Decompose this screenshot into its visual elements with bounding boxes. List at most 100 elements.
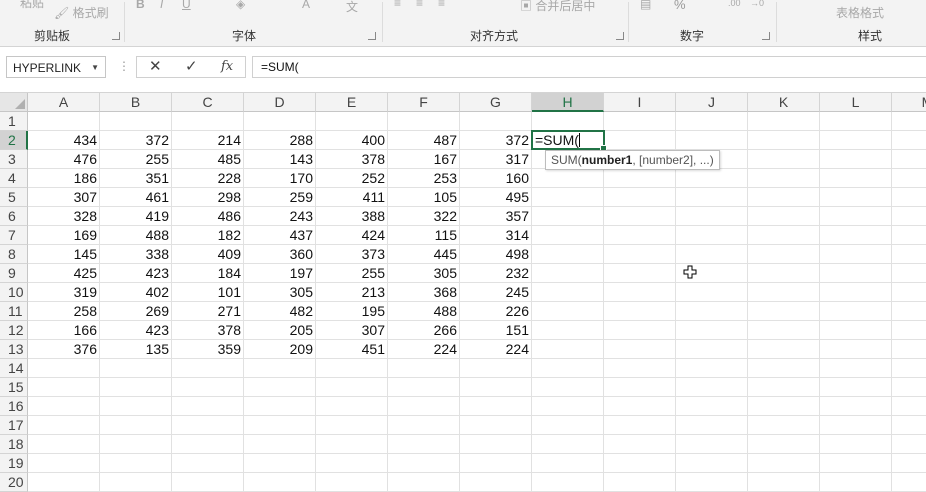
cell-g11[interactable]: 226 bbox=[460, 302, 532, 321]
cell-f15[interactable] bbox=[388, 378, 460, 397]
cell-k8[interactable] bbox=[748, 245, 820, 264]
enter-icon[interactable]: ✓ bbox=[185, 57, 198, 77]
cell-l10[interactable] bbox=[820, 283, 892, 302]
cell-d3[interactable]: 143 bbox=[244, 150, 316, 169]
column-header-l[interactable]: L bbox=[820, 93, 892, 112]
cell-c1[interactable] bbox=[172, 112, 244, 131]
cell-h10[interactable] bbox=[532, 283, 604, 302]
cell-c17[interactable] bbox=[172, 416, 244, 435]
cell-b10[interactable]: 402 bbox=[100, 283, 172, 302]
cell-b11[interactable]: 269 bbox=[100, 302, 172, 321]
cell-m16[interactable] bbox=[892, 397, 926, 416]
cell-a6[interactable]: 328 bbox=[28, 207, 100, 226]
row-header-5[interactable]: 5 bbox=[0, 188, 28, 207]
cell-j14[interactable] bbox=[676, 359, 748, 378]
row-header-9[interactable]: 9 bbox=[0, 264, 28, 283]
cell-g8[interactable]: 498 bbox=[460, 245, 532, 264]
cell-i9[interactable] bbox=[604, 264, 676, 283]
cell-b16[interactable] bbox=[100, 397, 172, 416]
cell-h16[interactable] bbox=[532, 397, 604, 416]
cell-j10[interactable] bbox=[676, 283, 748, 302]
cell-a7[interactable]: 169 bbox=[28, 226, 100, 245]
cell-e3[interactable]: 378 bbox=[316, 150, 388, 169]
cell-g7[interactable]: 314 bbox=[460, 226, 532, 245]
cell-h19[interactable] bbox=[532, 454, 604, 473]
column-header-h[interactable]: H bbox=[532, 93, 604, 112]
cell-b13[interactable]: 135 bbox=[100, 340, 172, 359]
cell-g17[interactable] bbox=[460, 416, 532, 435]
cell-k7[interactable] bbox=[748, 226, 820, 245]
cell-k12[interactable] bbox=[748, 321, 820, 340]
cell-a18[interactable] bbox=[28, 435, 100, 454]
cell-c8[interactable]: 409 bbox=[172, 245, 244, 264]
cell-e6[interactable]: 388 bbox=[316, 207, 388, 226]
cell-g19[interactable] bbox=[460, 454, 532, 473]
cell-i2[interactable] bbox=[604, 131, 676, 150]
cell-e5[interactable]: 411 bbox=[316, 188, 388, 207]
cell-k15[interactable] bbox=[748, 378, 820, 397]
fill-color-button[interactable]: ◈ bbox=[236, 0, 245, 11]
cell-g15[interactable] bbox=[460, 378, 532, 397]
cell-m7[interactable] bbox=[892, 226, 926, 245]
cell-c6[interactable]: 486 bbox=[172, 207, 244, 226]
cell-k1[interactable] bbox=[748, 112, 820, 131]
cell-m10[interactable] bbox=[892, 283, 926, 302]
cell-e12[interactable]: 307 bbox=[316, 321, 388, 340]
cell-a5[interactable]: 307 bbox=[28, 188, 100, 207]
cell-m20[interactable] bbox=[892, 473, 926, 492]
accounting-format-button[interactable]: ▤ bbox=[640, 0, 651, 11]
cell-c19[interactable] bbox=[172, 454, 244, 473]
cell-c14[interactable] bbox=[172, 359, 244, 378]
cell-i14[interactable] bbox=[604, 359, 676, 378]
chevron-down-icon[interactable]: ▼ bbox=[91, 57, 99, 79]
cell-a13[interactable]: 376 bbox=[28, 340, 100, 359]
cell-j13[interactable] bbox=[676, 340, 748, 359]
row-header-12[interactable]: 12 bbox=[0, 321, 28, 340]
row-header-7[interactable]: 7 bbox=[0, 226, 28, 245]
row-header-3[interactable]: 3 bbox=[0, 150, 28, 169]
active-cell-editor[interactable]: =SUM( bbox=[531, 130, 607, 152]
cell-m12[interactable] bbox=[892, 321, 926, 340]
cell-d20[interactable] bbox=[244, 473, 316, 492]
cell-f6[interactable]: 322 bbox=[388, 207, 460, 226]
cell-j20[interactable] bbox=[676, 473, 748, 492]
cell-f10[interactable]: 368 bbox=[388, 283, 460, 302]
cell-g16[interactable] bbox=[460, 397, 532, 416]
cell-m18[interactable] bbox=[892, 435, 926, 454]
cell-a11[interactable]: 258 bbox=[28, 302, 100, 321]
cell-j11[interactable] bbox=[676, 302, 748, 321]
cell-i17[interactable] bbox=[604, 416, 676, 435]
cell-g5[interactable]: 495 bbox=[460, 188, 532, 207]
cell-h5[interactable] bbox=[532, 188, 604, 207]
cell-g12[interactable]: 151 bbox=[460, 321, 532, 340]
cell-m9[interactable] bbox=[892, 264, 926, 283]
cell-g3[interactable]: 317 bbox=[460, 150, 532, 169]
cell-g4[interactable]: 160 bbox=[460, 169, 532, 188]
font-dialog-launcher-icon[interactable] bbox=[368, 32, 376, 40]
cell-d5[interactable]: 259 bbox=[244, 188, 316, 207]
cell-i10[interactable] bbox=[604, 283, 676, 302]
percent-button[interactable]: % bbox=[674, 0, 686, 12]
cell-f14[interactable] bbox=[388, 359, 460, 378]
cell-c20[interactable] bbox=[172, 473, 244, 492]
cell-j19[interactable] bbox=[676, 454, 748, 473]
row-header-4[interactable]: 4 bbox=[0, 169, 28, 188]
cell-d12[interactable]: 205 bbox=[244, 321, 316, 340]
cell-m3[interactable] bbox=[892, 150, 926, 169]
row-header-11[interactable]: 11 bbox=[0, 302, 28, 321]
cell-k14[interactable] bbox=[748, 359, 820, 378]
cell-c2[interactable]: 214 bbox=[172, 131, 244, 150]
cell-l15[interactable] bbox=[820, 378, 892, 397]
cell-d9[interactable]: 197 bbox=[244, 264, 316, 283]
cell-b8[interactable]: 338 bbox=[100, 245, 172, 264]
row-header-10[interactable]: 10 bbox=[0, 283, 28, 302]
row-header-2[interactable]: 2 bbox=[0, 131, 28, 150]
cell-l11[interactable] bbox=[820, 302, 892, 321]
cell-j1[interactable] bbox=[676, 112, 748, 131]
cell-l3[interactable] bbox=[820, 150, 892, 169]
cell-a20[interactable] bbox=[28, 473, 100, 492]
cell-k10[interactable] bbox=[748, 283, 820, 302]
cell-i16[interactable] bbox=[604, 397, 676, 416]
cell-e13[interactable]: 451 bbox=[316, 340, 388, 359]
cell-l8[interactable] bbox=[820, 245, 892, 264]
